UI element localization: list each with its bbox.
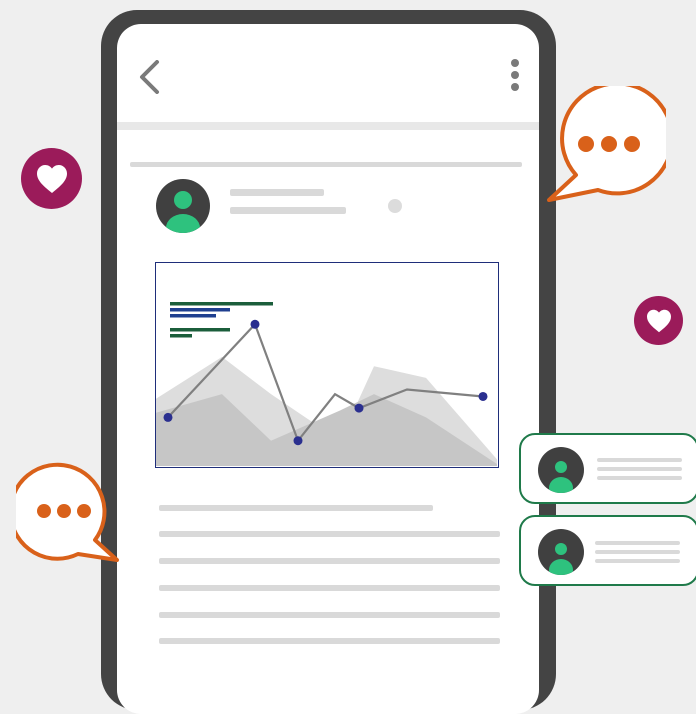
data-point-2 xyxy=(250,319,260,329)
comment-line xyxy=(595,559,680,563)
data-point-5 xyxy=(478,391,488,401)
user-avatar-icon xyxy=(538,447,584,493)
heart-icon xyxy=(646,309,671,332)
header-divider xyxy=(117,122,539,130)
comment-line xyxy=(597,467,682,471)
text-line-1 xyxy=(159,505,433,511)
speech-bubble-left xyxy=(16,462,119,562)
comment-card-2[interactable] xyxy=(519,515,696,586)
text-line-5 xyxy=(159,612,500,618)
data-point-1 xyxy=(163,412,173,422)
data-point-4 xyxy=(354,403,364,413)
back-button[interactable] xyxy=(137,60,161,94)
line-chart xyxy=(156,302,497,466)
comment-line xyxy=(597,458,682,462)
comment-line xyxy=(595,550,680,554)
section-rule xyxy=(130,162,522,167)
legend-bar-3 xyxy=(170,314,216,318)
comment-line xyxy=(595,541,680,545)
text-line-6 xyxy=(159,638,500,644)
heart-badge-right xyxy=(634,296,683,345)
phone-screen xyxy=(117,24,539,714)
text-line-3 xyxy=(159,558,500,564)
more-menu-button[interactable] xyxy=(505,58,525,96)
speech-bubble-right xyxy=(547,86,666,202)
legend-bar-1 xyxy=(170,302,273,306)
author-meta-placeholder xyxy=(230,207,346,214)
heart-badge-left xyxy=(21,148,82,209)
author-avatar[interactable] xyxy=(155,178,211,234)
comment-card-1[interactable] xyxy=(519,433,696,504)
data-point-3 xyxy=(293,436,303,446)
comment-line xyxy=(597,476,682,480)
user-avatar-icon xyxy=(156,179,210,233)
status-dot xyxy=(388,199,402,213)
heart-icon xyxy=(36,164,67,193)
chevron-left-icon xyxy=(140,60,159,94)
legend-bar-2 xyxy=(170,308,230,312)
legend-bar-4 xyxy=(170,328,230,332)
text-line-2 xyxy=(159,531,500,537)
author-name-placeholder xyxy=(230,189,324,196)
chart-card xyxy=(155,262,499,468)
legend-bar-5 xyxy=(170,334,192,338)
text-line-4 xyxy=(159,585,500,591)
user-avatar-icon xyxy=(538,529,584,575)
more-vertical-icon xyxy=(511,59,519,91)
